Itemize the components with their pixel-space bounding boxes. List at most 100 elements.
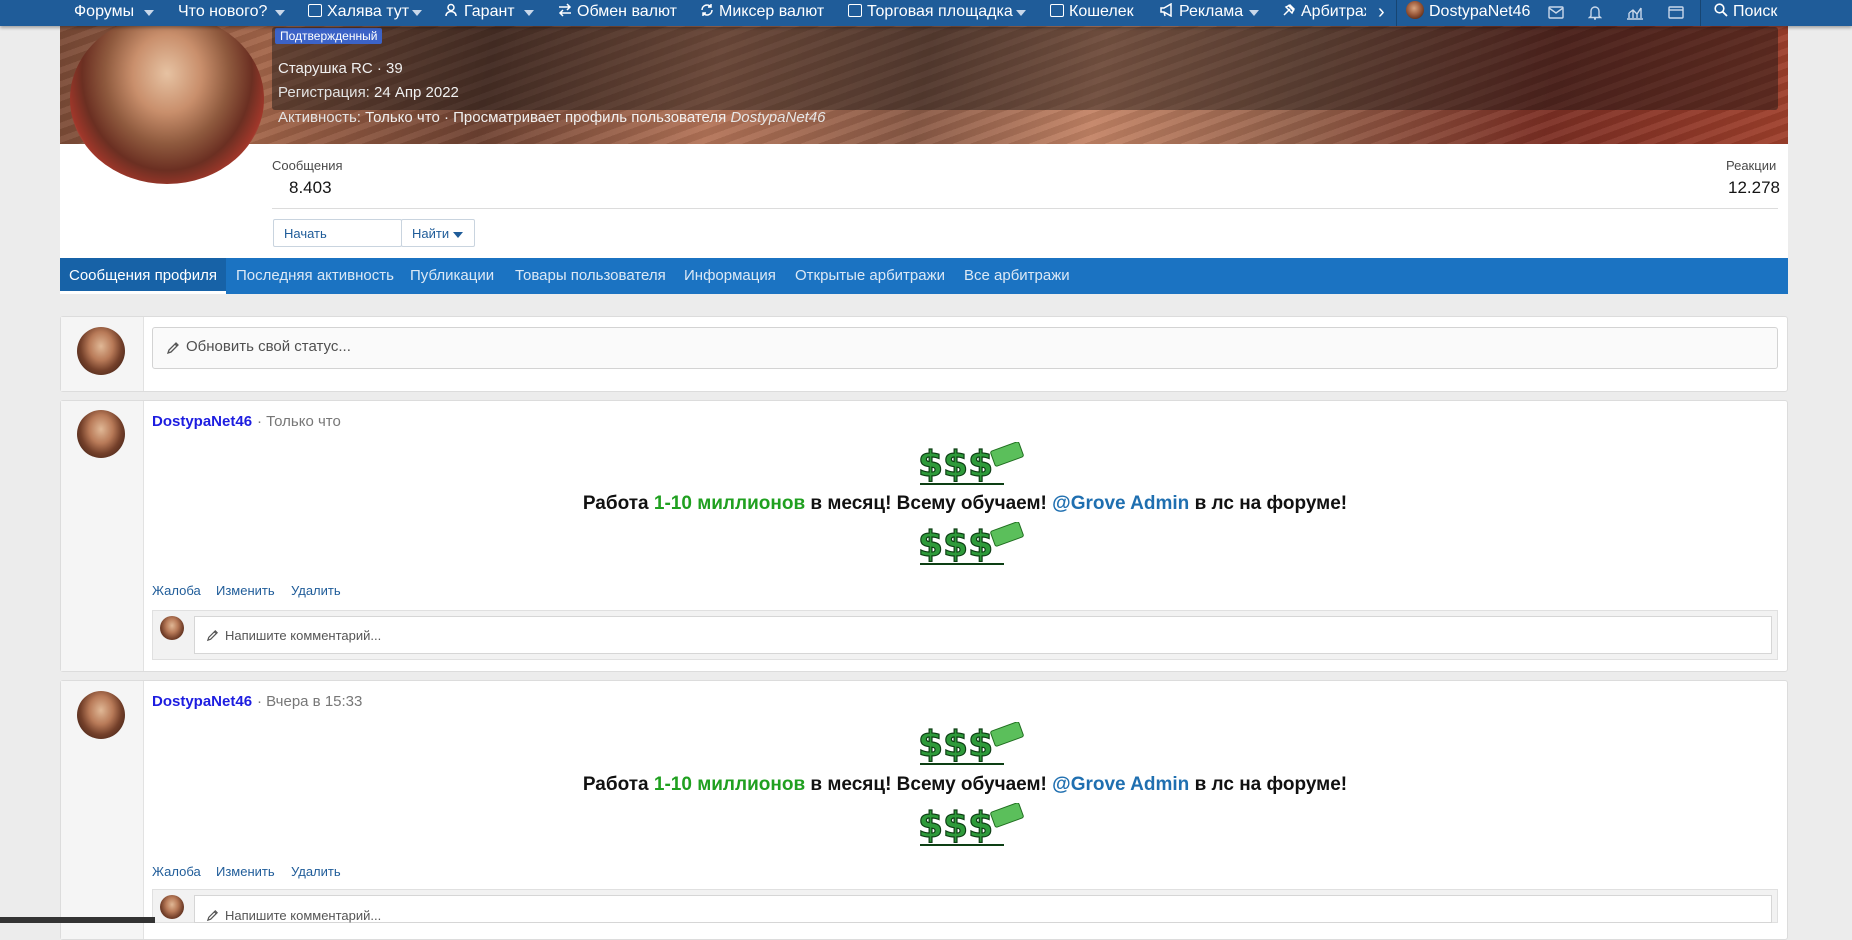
start-conversation-button[interactable]: Начать переписку [273, 219, 402, 269]
profile-info-overlay [272, 27, 1778, 110]
post-time[interactable]: · Только что [257, 413, 341, 430]
user-guarantee-icon [445, 1, 459, 17]
post-text-mid: в месяц! Всему обучаем! [805, 774, 1053, 795]
chevron-down-icon[interactable] [144, 10, 154, 16]
delete-link[interactable]: Удалить [291, 864, 341, 879]
delete-link[interactable]: Удалить [291, 583, 341, 598]
post-text-start: Работа [582, 774, 654, 795]
tab-profile-posts[interactable]: Сообщения профиля [60, 258, 226, 294]
avatar [160, 616, 184, 640]
comment-input[interactable] [194, 616, 1772, 654]
edit-link[interactable]: Изменить [216, 864, 275, 879]
gift-card-icon [308, 4, 322, 17]
avatar[interactable] [77, 691, 125, 739]
user-mention-link[interactable]: @Grove Admin [1052, 774, 1189, 795]
messages-count[interactable]: 8.403 [289, 178, 332, 198]
find-label: Найти [412, 226, 450, 241]
registration-value: 24 Апр 2022 [374, 84, 459, 101]
profile-tabs: Сообщения профиля Последняя активность П… [60, 258, 1788, 294]
tab-information[interactable]: Информация [684, 258, 776, 294]
scroll-right-icon[interactable]: › [1378, 0, 1385, 26]
chevron-down-icon[interactable] [412, 10, 422, 16]
tab-latest-activity[interactable]: Последняя активность [236, 258, 394, 294]
tab-open-arbitrations[interactable]: Открытые арбитражи [795, 258, 945, 294]
user-mention-link[interactable]: @Grove Admin [1052, 493, 1189, 514]
post-text-start: Работа [582, 493, 654, 514]
search-label: Поиск [1733, 3, 1778, 20]
scroll-right-glyph: › [1378, 1, 1385, 23]
comment-placeholder: Напишите комментарий... [225, 908, 382, 923]
post-text: Работа 1-10 миллионов в месяц! Всему обу… [152, 493, 1778, 515]
user-title: Старушка RC · 39 [278, 60, 403, 77]
nav-wallet[interactable]: Кошелек [1050, 0, 1134, 26]
svg-text:$$$: $$$ [918, 805, 993, 846]
svg-text:$$$: $$$ [918, 724, 993, 765]
nav-wallet-label: Кошелек [1069, 3, 1134, 20]
status-input[interactable] [152, 327, 1778, 369]
nav-forums[interactable]: Форумы [74, 0, 134, 26]
report-link[interactable]: Жалоба [152, 864, 201, 879]
chevron-down-icon[interactable] [524, 10, 534, 16]
comment-input[interactable] [194, 895, 1772, 923]
tab-all-arbitrations[interactable]: Все арбитражи [964, 258, 1070, 294]
nav-freebies[interactable]: Халява тут [308, 0, 409, 26]
post-text-highlight: 1-10 миллионов [653, 493, 806, 514]
nav-arbitration[interactable]: Арбитраж [1282, 0, 1366, 26]
chart-icon[interactable] [1626, 0, 1644, 26]
activity-label: Активность: [278, 109, 361, 126]
svg-text:$$$: $$$ [918, 444, 993, 485]
bell-icon[interactable] [1587, 0, 1603, 26]
nav-ads[interactable]: Реклама [1160, 0, 1243, 26]
megaphone-icon [1160, 1, 1174, 18]
avatar[interactable] [77, 327, 125, 375]
search-button[interactable]: Поиск [1714, 0, 1777, 26]
pencil-icon [206, 910, 218, 922]
messages-label: Сообщения [272, 158, 343, 173]
pencil-icon [166, 342, 179, 355]
post-text: Работа 1-10 миллионов в месяц! Всему обу… [152, 774, 1778, 796]
nav-account[interactable]: DostypaNet46 [1406, 0, 1530, 26]
verified-badge: Подтвержденный [275, 28, 383, 44]
reactions-label: Реакции [1726, 158, 1777, 173]
post-author[interactable]: DostypaNet46 [152, 413, 252, 430]
tab-user-products[interactable]: Товары пользователя [515, 258, 666, 294]
top-navbar: Форумы Что нового? Халява тут Гарант Обм… [0, 0, 1852, 26]
nav-guarantee[interactable]: Гарант [445, 0, 515, 26]
reactions-count[interactable]: 12.278 [1728, 178, 1780, 198]
dollar-money-image: $$$ [917, 803, 1024, 847]
edit-link[interactable]: Изменить [216, 583, 275, 598]
post-author[interactable]: DostypaNet46 [152, 693, 252, 710]
taskbar-fragment [0, 917, 155, 923]
search-icon [1714, 1, 1728, 17]
nav-forums-label: Форумы [74, 3, 135, 20]
nav-freebies-label: Халява тут [327, 3, 410, 20]
nav-whats-new[interactable]: Что нового? [178, 0, 267, 26]
comment-placeholder: Напишите комментарий... [225, 628, 382, 643]
nav-whats-new-label: Что нового? [178, 3, 268, 20]
activity-line: Активность: Только что · Просматривает п… [278, 109, 826, 126]
profile-avatar[interactable] [70, 14, 264, 184]
nav-mixer[interactable]: Миксер валют [700, 0, 824, 26]
activity-user[interactable]: DostypaNet46 [730, 109, 825, 126]
find-button[interactable]: Найти [401, 219, 475, 247]
post-text-end: в лс на форуме! [1189, 493, 1348, 514]
nav-marketplace[interactable]: Торговая площадка [848, 0, 1013, 26]
account-avatar [1406, 1, 1424, 19]
nav-exchange-label: Обмен валют [577, 3, 677, 20]
nav-exchange[interactable]: Обмен валют [558, 0, 677, 26]
chevron-down-icon[interactable] [1016, 10, 1026, 16]
stats-divider [272, 208, 1778, 209]
bookmark-icon[interactable] [1668, 0, 1684, 26]
report-link[interactable]: Жалоба [152, 583, 201, 598]
post-text-mid: в месяц! Всему обучаем! [805, 493, 1053, 514]
nav-arbitration-label: Арбитраж [1301, 3, 1366, 20]
tab-publications[interactable]: Публикации [410, 258, 494, 294]
nav-username: DostypaNet46 [1429, 3, 1531, 20]
avatar[interactable] [77, 410, 125, 458]
inbox-icon[interactable] [1548, 0, 1564, 26]
chevron-down-icon[interactable] [275, 10, 285, 16]
store-icon [848, 4, 862, 17]
post-time[interactable]: · Вчера в 15:33 [257, 693, 362, 710]
chevron-down-icon[interactable] [1249, 10, 1259, 16]
post-text-end: в лс на форуме! [1189, 774, 1348, 795]
